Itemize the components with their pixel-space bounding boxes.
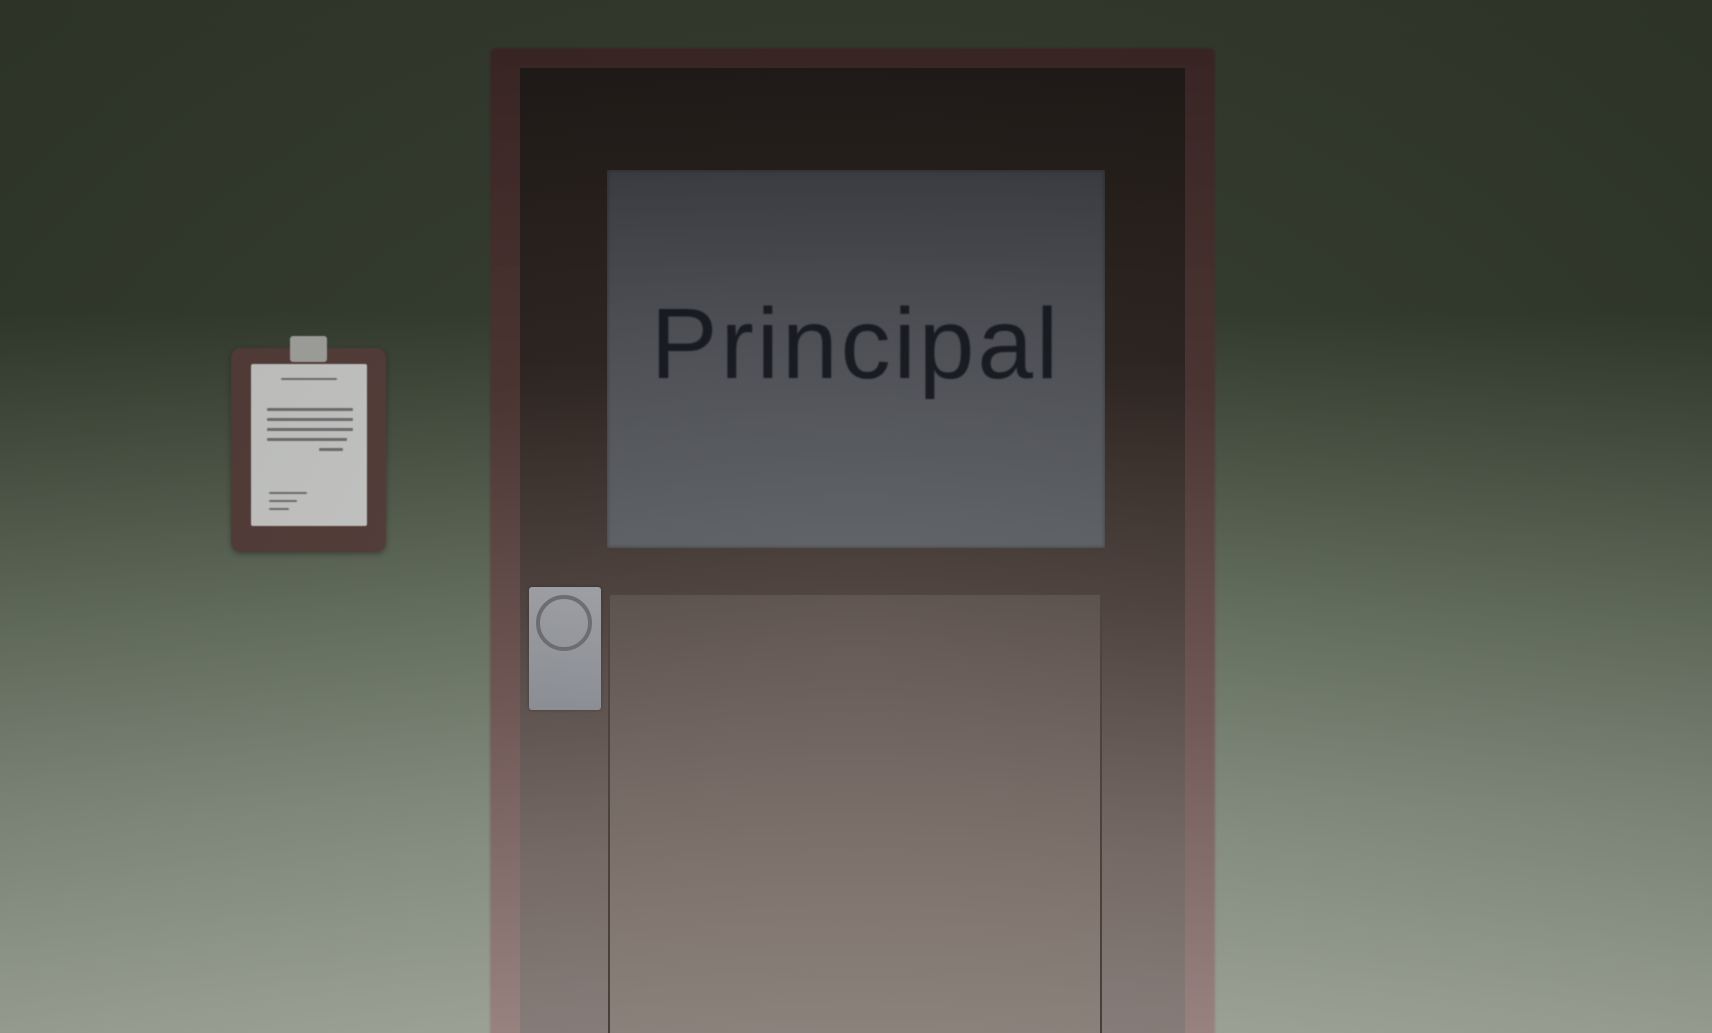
notice-heading-line [281,378,337,380]
wall-clipboard-notice[interactable] [231,336,386,552]
notice-signature-line [269,500,297,502]
notice-text-line [267,428,353,431]
notice-signature-line [269,492,307,494]
door-sign-text: Principal [650,287,1062,400]
notice-text-line [267,418,353,421]
notice-paper [251,364,367,526]
door-knob-icon[interactable] [536,595,592,651]
door-window: Principal [607,170,1105,548]
notice-text-line [267,438,347,441]
notice-text-line [319,448,343,451]
notice-signature-line [269,508,289,510]
notice-text-line [267,408,353,411]
clipboard-clip-icon [290,336,327,362]
game-scene: Principal [0,0,1712,1033]
door-lock-plate[interactable] [529,587,601,710]
door-lower-panel [608,593,1102,1033]
